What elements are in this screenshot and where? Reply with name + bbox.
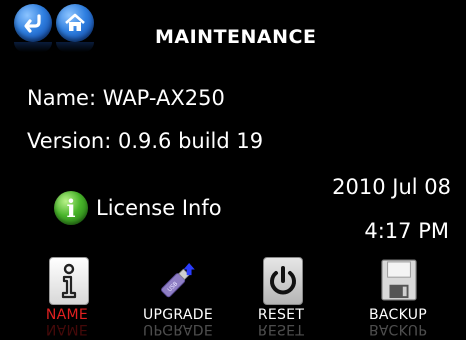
floppy-disk-icon xyxy=(380,257,418,303)
backup-button[interactable]: BACKUP BACKUP xyxy=(353,257,443,337)
upgrade-button-label: UPGRADE xyxy=(142,307,213,323)
reset-button-label: RESET xyxy=(257,307,305,323)
page-title: MAINTENANCE xyxy=(155,26,317,48)
reset-button-label-reflection: RESET xyxy=(257,323,305,337)
back-button-reflection xyxy=(14,42,52,52)
license-info-label: License Info xyxy=(96,196,222,220)
home-button[interactable] xyxy=(56,4,94,42)
back-button[interactable] xyxy=(14,4,52,42)
name-button-label-reflection: NAME xyxy=(45,323,89,337)
back-arrow-icon xyxy=(24,14,41,33)
power-icon xyxy=(263,257,303,305)
reset-button[interactable]: RESET RESET xyxy=(236,257,326,337)
upgrade-button[interactable]: USB UPGRADE UPGRADE xyxy=(133,257,223,337)
name-button-label: NAME xyxy=(45,307,89,323)
backup-button-label: BACKUP xyxy=(368,307,427,323)
home-button-reflection xyxy=(56,42,94,52)
firmware-version: Version: 0.9.6 build 19 xyxy=(27,129,264,153)
time-display: 4:17 PM xyxy=(364,219,449,243)
upgrade-button-label-reflection: UPGRADE xyxy=(142,323,213,337)
device-name: Name: WAP-AX250 xyxy=(27,86,225,110)
license-info-button[interactable]: i License Info xyxy=(54,190,222,226)
date-display: 2010 Jul 08 xyxy=(332,175,451,199)
home-icon xyxy=(65,13,85,31)
backup-button-label-reflection: BACKUP xyxy=(368,323,427,337)
name-button[interactable]: NAME NAME xyxy=(22,257,112,337)
name-info-icon xyxy=(49,257,89,305)
usb-drive-icon: USB xyxy=(160,257,198,303)
info-icon: i xyxy=(54,191,88,225)
